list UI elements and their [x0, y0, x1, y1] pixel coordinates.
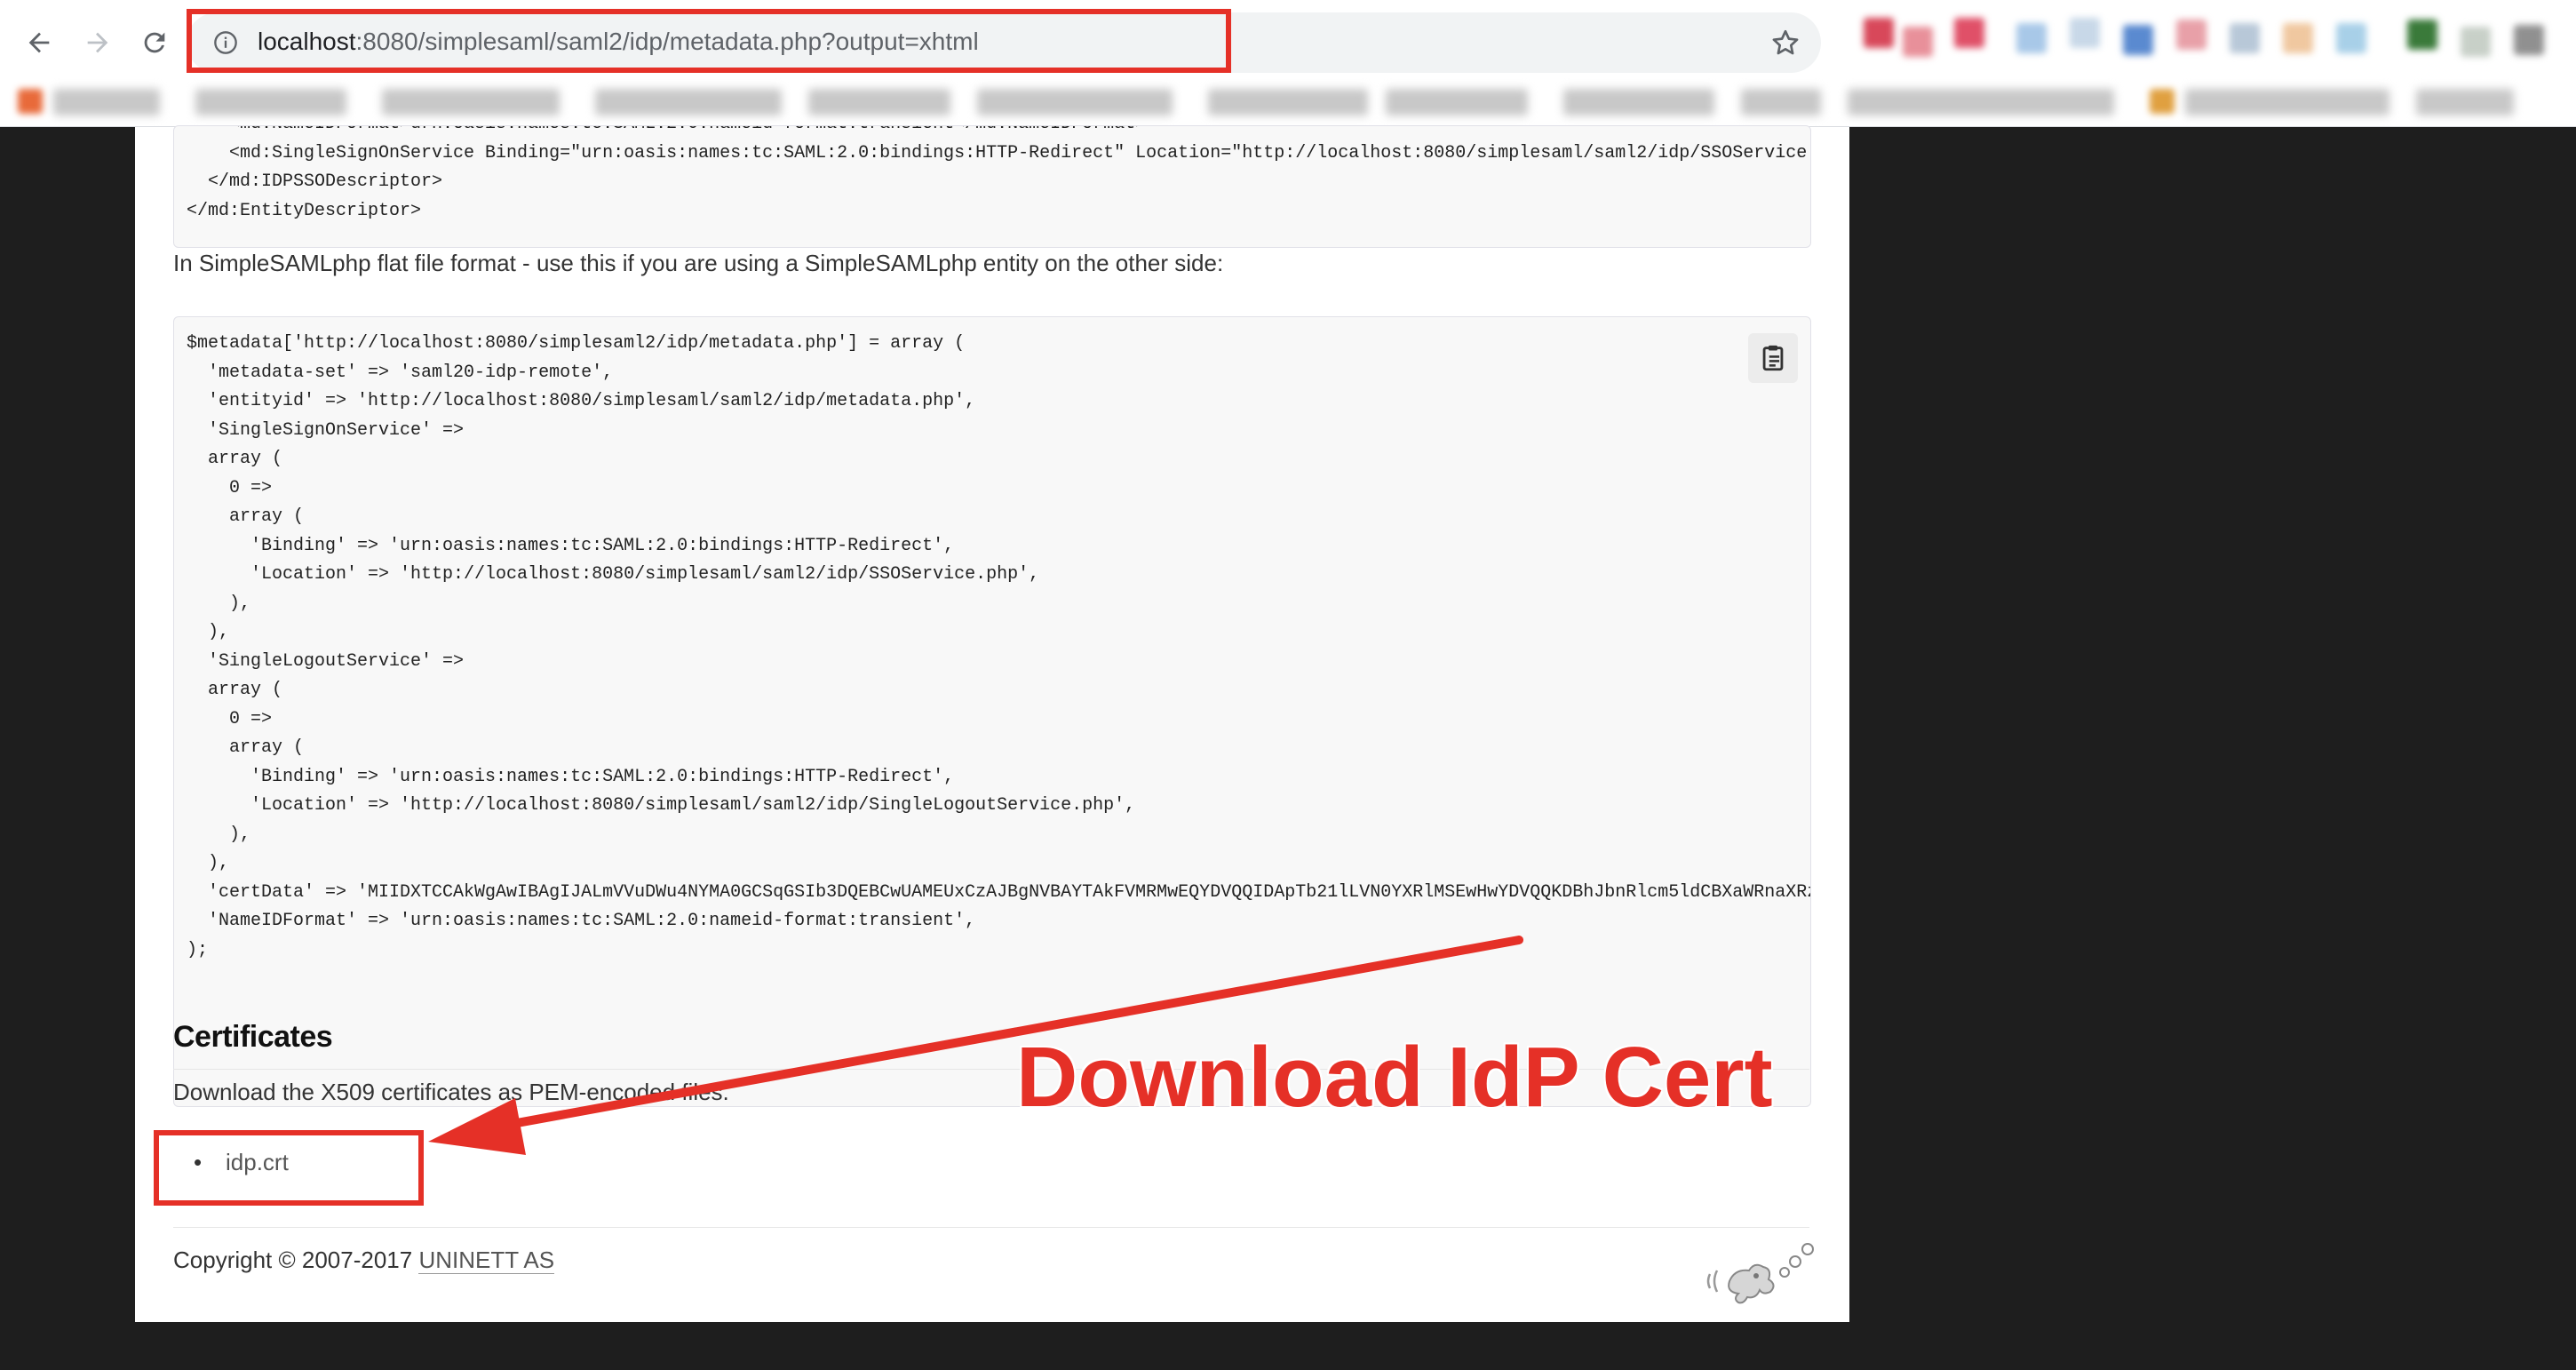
xml-code: <md:NameIDFormat>urn:oasis:names:tc:SAML… — [174, 126, 1811, 226]
simplesamlphp-logo-icon — [1706, 1243, 1814, 1304]
divider — [173, 1227, 1809, 1228]
bookmarks-bar — [0, 82, 2576, 124]
code-line: 'Location' => 'http://localhost:8080/sim… — [187, 795, 1136, 816]
code-line: 0 => — [187, 708, 273, 729]
bookmark-item[interactable] — [53, 89, 160, 115]
bookmark-item[interactable] — [382, 89, 560, 115]
bookmark-item[interactable] — [1208, 89, 1368, 115]
bookmark-item[interactable] — [808, 89, 950, 115]
code-line: array ( — [187, 449, 283, 469]
php-code: $metadata['http://localhost:8080/simples… — [174, 317, 1810, 965]
extension-icon[interactable] — [2336, 23, 2366, 53]
php-metadata-codebox[interactable]: $metadata['http://localhost:8080/simples… — [173, 316, 1811, 1107]
code-line: 'NameIDFormat' => 'urn:oasis:names:tc:SA… — [187, 911, 976, 931]
code-line: <md:SingleSignOnService Binding="urn:oas… — [187, 142, 1811, 163]
extension-icon[interactable] — [2461, 27, 2491, 57]
forward-arrow-icon — [87, 32, 108, 53]
code-line: 'SingleLogoutService' => — [187, 650, 465, 672]
extension-icon[interactable] — [2407, 20, 2437, 50]
cert-highlight-box — [154, 1130, 424, 1206]
code-line: ), — [187, 593, 251, 614]
extension-icon[interactable] — [2176, 20, 2206, 50]
reload-button[interactable] — [130, 18, 179, 68]
extension-icon[interactable] — [2070, 18, 2100, 48]
bookmark-star-icon[interactable] — [1769, 27, 1801, 59]
bookmark-item[interactable] — [195, 89, 346, 115]
code-line: 'metadata-set' => 'saml20-idp-remote', — [187, 362, 614, 383]
extension-icon[interactable] — [1903, 27, 1933, 57]
annotation-label: Download IdP Cert — [1016, 1030, 1773, 1125]
code-line: 0 => — [187, 477, 273, 498]
reload-icon — [144, 32, 165, 53]
copyright-text: Copyright © 2007-2017 — [173, 1247, 419, 1273]
footer-copyright: Copyright © 2007-2017 UNINETT AS — [173, 1247, 555, 1274]
code-line: </md:IDPSSODescriptor> — [187, 171, 443, 192]
code-line: ); — [187, 939, 209, 960]
browser-chrome: localhost:8080/simplesaml/saml2/idp/meta… — [0, 0, 2576, 127]
code-line: array ( — [187, 506, 305, 527]
code-line: </md:EntityDescriptor> — [187, 200, 422, 221]
extension-icon[interactable] — [1864, 18, 1894, 48]
bookmark-item[interactable] — [2185, 89, 2389, 115]
certificates-description: Download the X509 certificates as PEM-en… — [173, 1079, 729, 1105]
bookmark-item[interactable] — [1741, 89, 1821, 115]
extension-icon[interactable] — [1954, 18, 1984, 48]
extension-icon[interactable] — [2283, 23, 2313, 53]
extensions-toolbar — [1856, 18, 2549, 68]
clipboard-icon — [1762, 345, 1784, 371]
certificates-heading: Certificates — [173, 1020, 333, 1054]
code-line: $metadata['http://localhost:8080/simples… — [187, 333, 966, 354]
code-line: 'entityid' => 'http://localhost:8080/sim… — [187, 391, 976, 411]
code-line: array ( — [187, 680, 283, 700]
bookmark-item[interactable] — [2416, 89, 2514, 115]
bookmark-item[interactable] — [977, 89, 1173, 115]
flatfile-intro-text: In SimpleSAMLphp flat file format - use … — [173, 250, 1224, 276]
back-button[interactable] — [14, 18, 64, 68]
bookmark-item[interactable] — [1386, 89, 1528, 115]
extension-icon[interactable] — [2016, 23, 2047, 53]
url-highlight-box — [187, 9, 1231, 73]
code-line: ), — [187, 853, 230, 873]
bookmark-item[interactable] — [595, 89, 782, 115]
code-line: 'certData' => 'MIIDXTCCAkWgAwIBAgIJALmVV… — [187, 881, 1811, 903]
uninett-link[interactable]: UNINETT AS — [418, 1247, 555, 1274]
code-line: ), — [187, 622, 230, 642]
extension-icon[interactable] — [2123, 25, 2153, 55]
code-line: 'Binding' => 'urn:oasis:names:tc:SAML:2.… — [187, 535, 955, 556]
extension-icon[interactable] — [2230, 23, 2260, 53]
back-arrow-icon — [28, 32, 50, 53]
bookmark-item[interactable] — [1848, 89, 2114, 115]
code-line: 'Binding' => 'urn:oasis:names:tc:SAML:2.… — [187, 766, 955, 787]
bookmark-icon[interactable] — [18, 89, 43, 114]
code-line: ), — [187, 824, 251, 845]
bookmark-icon[interactable] — [2150, 89, 2174, 114]
code-line: <md:NameIDFormat>urn:oasis:names:tc:SAML… — [187, 126, 1146, 134]
xml-metadata-codebox[interactable]: <md:NameIDFormat>urn:oasis:names:tc:SAML… — [173, 125, 1811, 248]
forward-button[interactable] — [73, 18, 123, 68]
bookmark-item[interactable] — [1563, 89, 1714, 115]
code-line: 'SingleSignOnService' => — [187, 419, 465, 441]
copy-to-clipboard-button[interactable] — [1748, 333, 1798, 383]
code-line: array ( — [187, 737, 305, 758]
extension-icon[interactable] — [2514, 25, 2544, 55]
code-line: 'Location' => 'http://localhost:8080/sim… — [187, 564, 1040, 585]
